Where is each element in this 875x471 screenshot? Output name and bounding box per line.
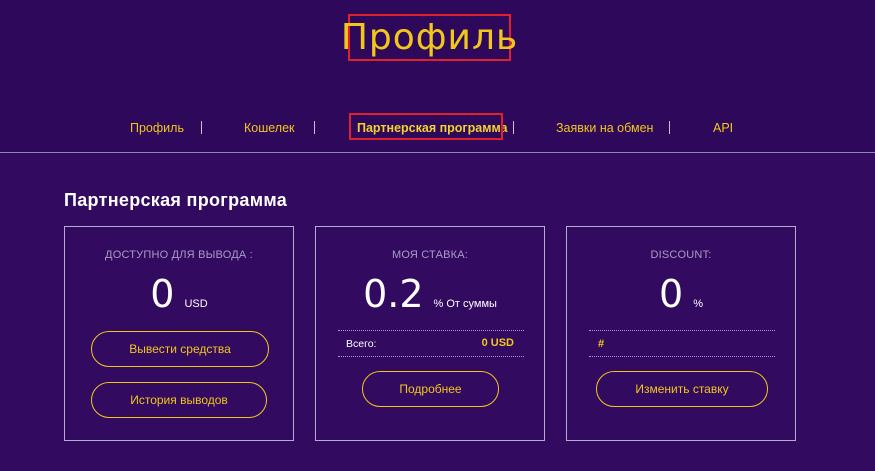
- withdraw-funds-button[interactable]: Вывести средства: [91, 331, 269, 367]
- rate-value: 0.2: [363, 272, 424, 316]
- total-label: Всего:: [346, 338, 377, 350]
- available-balance-card: ДОСТУПНО ДЛЯ ВЫВОДА : 0 USD Вывести средс…: [64, 226, 294, 441]
- active-nav-highlight: [349, 113, 503, 140]
- discount-card: DISCOUNT: 0% # Изменить ставку: [566, 226, 796, 441]
- header-divider: [0, 152, 875, 153]
- dotted-divider: [338, 356, 524, 357]
- available-value: 0: [150, 272, 175, 316]
- nav-item-exchange-requests[interactable]: Заявки на обмен: [556, 113, 653, 143]
- section-title: Партнерская программа: [64, 190, 288, 210]
- dotted-divider: [338, 330, 524, 331]
- discount-unit: %: [693, 298, 703, 310]
- rate-unit: % От суммы: [433, 298, 497, 310]
- details-button[interactable]: Подробнее: [362, 371, 499, 407]
- withdrawal-history-button[interactable]: История выводов: [91, 382, 267, 418]
- nav-separator: [669, 121, 670, 134]
- nav-separator: [314, 121, 315, 134]
- discount-value: 0: [659, 272, 684, 316]
- nav-item-wallet[interactable]: Кошелек: [244, 113, 295, 143]
- available-label: ДОСТУПНО ДЛЯ ВЫВОДА :: [105, 249, 253, 261]
- header: Профиль Профиль Кошелек Партнерская прог…: [0, 0, 875, 153]
- nav-item-api[interactable]: API: [713, 113, 733, 143]
- rate-value-row: 0.2 % От суммы: [316, 272, 544, 316]
- available-value-row: 0 USD: [65, 272, 293, 316]
- page-title-highlight: Профиль: [341, 14, 517, 61]
- total-value: 0 USD: [481, 337, 514, 349]
- nav-separator: [513, 121, 514, 134]
- nav-separator: [201, 121, 202, 134]
- dotted-divider: [589, 330, 775, 331]
- rate-label: МОЯ СТАВКА:: [391, 249, 469, 261]
- my-rate-card: МОЯ СТАВКА: 0.2 % От суммы Всего: 0 USD П…: [315, 226, 545, 441]
- page-title: Профиль: [340, 17, 519, 58]
- discount-hash: #: [598, 338, 605, 350]
- change-rate-button[interactable]: Изменить ставку: [596, 371, 768, 407]
- nav-item-profile[interactable]: Профиль: [130, 113, 184, 143]
- dotted-divider: [589, 356, 775, 357]
- discount-label: DISCOUNT:: [650, 249, 712, 261]
- discount-value-row: 0%: [567, 272, 795, 316]
- available-unit: USD: [184, 298, 208, 310]
